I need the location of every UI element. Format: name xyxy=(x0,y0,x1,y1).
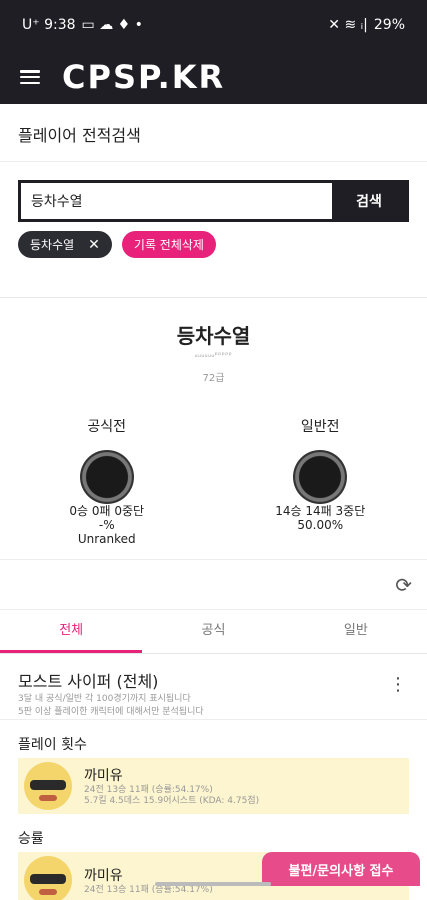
carrier-time: U⁺ 9:38 xyxy=(22,17,76,33)
history-chip[interactable]: 등차수열 ✕ xyxy=(18,231,112,258)
rank-emblem-icon xyxy=(293,450,348,504)
system-icons: ✕ ≋ ᵢ| xyxy=(328,17,368,33)
tab-official[interactable]: 공식 xyxy=(142,610,284,653)
character-kda: 5.7킬 4.5데스 15.9어시스트 (KDA: 4.75점) xyxy=(84,796,260,806)
battery-level: 29% xyxy=(373,17,405,33)
records: 공식전 0승 0패 0중단 -% Unranked 일반전 14승 14패 3중… xyxy=(0,416,427,546)
status-bar: U⁺ 9:38 ▭ ☁ ♦ • ✕ ≋ ᵢ| 29% xyxy=(0,0,427,50)
most-cypher-desc-1: 3달 내 공식/일반 각 100경기까지 표시됩니다 xyxy=(18,694,191,704)
search-bar: 검색 xyxy=(18,180,409,222)
close-icon[interactable]: ✕ xyxy=(88,237,100,253)
official-title: 공식전 xyxy=(87,419,127,435)
search-history: 등차수열 ✕ 기록 전체삭제 xyxy=(18,231,409,258)
most-cypher-title: 모스트 사이퍼 (전체) xyxy=(18,672,159,691)
app-logo[interactable]: CPSP.KR xyxy=(62,58,225,96)
feedback-button[interactable]: 불편/문의사항 접수 xyxy=(262,852,420,886)
tab-normal[interactable]: 일반 xyxy=(285,610,427,653)
notification-icons: ▭ ☁ ♦ • xyxy=(81,17,143,33)
player-profile: 등차수열 ᵤᵤᵤᵤᵤᵤᵖᵖᵖᵖᵖ 72급 공식전 0승 0패 0중단 -% Un… xyxy=(0,298,427,560)
official-rate: -% xyxy=(98,518,115,532)
normal-title: 일반전 xyxy=(300,419,340,435)
delete-all-history-button[interactable]: 기록 전체삭제 xyxy=(121,231,216,258)
most-cypher-header: 모스트 사이퍼 (전체) 3달 내 공식/일반 각 100경기까지 표시됩니다 … xyxy=(0,654,427,720)
player-nickname: 등차수열 xyxy=(176,324,251,348)
player-level: 72급 xyxy=(202,373,225,384)
search-button[interactable]: 검색 xyxy=(332,183,406,219)
normal-rate: 50.00% xyxy=(297,518,344,532)
character-info: 까미유 24전 13승 11패 (승률:54.17%) xyxy=(84,865,213,896)
character-avatar xyxy=(24,762,72,810)
play-count-label: 플레이 횟수 xyxy=(18,737,87,753)
history-chip-label: 등차수열 xyxy=(30,238,75,252)
win-rate-label: 승률 xyxy=(18,831,44,847)
normal-record-text: 14승 14패 3중단 xyxy=(275,504,366,518)
match-type-tabs: 전체 공식 일반 xyxy=(0,610,427,654)
character-record: 24전 13승 11패 (승률:54.17%) xyxy=(84,785,213,795)
refresh-icon[interactable]: ⟳ xyxy=(395,573,412,597)
search-section: 검색 등차수열 ✕ 기록 전체삭제 xyxy=(0,162,427,298)
character-card[interactable]: 까미유 24전 13승 11패 (승률:54.17%) 5.7킬 4.5데스 1… xyxy=(18,758,409,814)
tab-all[interactable]: 전체 xyxy=(0,610,143,653)
character-record: 24전 13승 11패 (승률:54.17%) xyxy=(84,884,213,895)
page-title: 플레이어 전적검색 xyxy=(0,104,427,162)
official-record-text: 0승 0패 0중단 xyxy=(69,504,145,518)
more-options-icon[interactable]: ⋮ xyxy=(389,674,407,695)
refresh-row: ⟳ xyxy=(0,560,427,610)
character-name: 까미유 xyxy=(84,768,123,784)
menu-icon[interactable] xyxy=(20,70,40,84)
home-indicator[interactable] xyxy=(155,882,271,886)
character-info: 까미유 24전 13승 11패 (승률:54.17%) 5.7킬 4.5데스 1… xyxy=(84,765,259,807)
player-sub-id: ᵤᵤᵤᵤᵤᵤᵖᵖᵖᵖᵖ xyxy=(194,351,233,359)
official-tier: Unranked xyxy=(77,532,136,546)
play-count-section: 플레이 횟수 까미유 24전 13승 11패 (승률:54.17%) 5.7킬 … xyxy=(0,720,427,814)
app-bar: CPSP.KR xyxy=(0,50,427,104)
normal-record: 일반전 14승 14패 3중단 50.00% xyxy=(214,416,427,546)
official-record: 공식전 0승 0패 0중단 -% Unranked xyxy=(0,416,214,546)
search-input[interactable] xyxy=(21,183,332,219)
character-avatar xyxy=(24,856,72,900)
most-cypher-desc-2: 5판 이상 플레이한 캐릭터에 대해서만 분석됩니다 xyxy=(18,707,204,717)
rank-emblem-icon xyxy=(79,450,134,504)
